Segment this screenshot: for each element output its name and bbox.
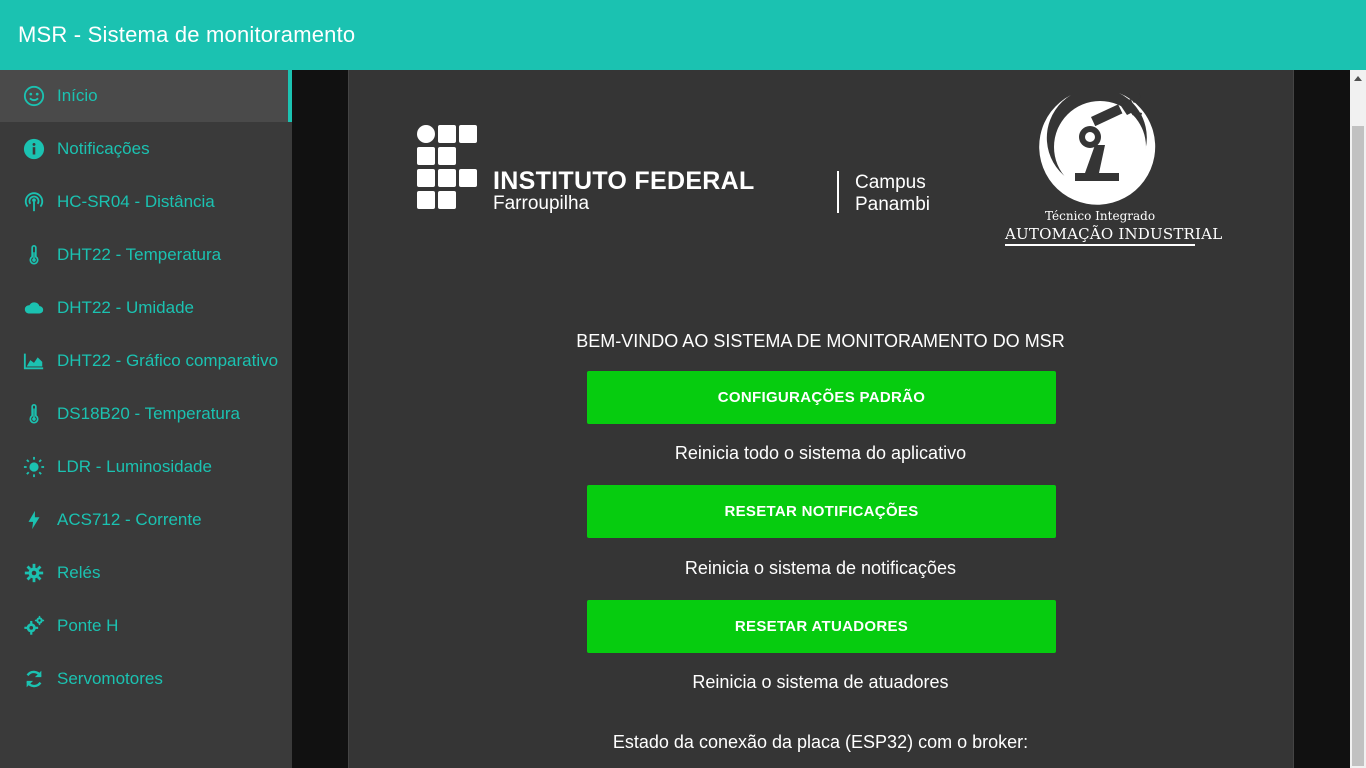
app-header: MSR - Sistema de monitoramento: [0, 0, 1366, 70]
sidebar-item-label: ACS712 - Corrente: [57, 510, 202, 529]
sidebar-item-ponte-h[interactable]: Ponte H: [0, 600, 288, 652]
automacao-industrial-logo: Técnico Integrado AUTOMAÇÃO INDUSTRIAL: [1005, 85, 1222, 255]
page-scrollbar[interactable]: [1350, 70, 1366, 768]
sidebar-item-label: HC-SR04 - Distância: [57, 192, 215, 211]
sidebar-item-label: DHT22 - Temperatura: [57, 245, 222, 264]
gears-icon: [21, 613, 47, 639]
sidebar-item-dht22-umidade[interactable]: DHT22 - Umidade: [0, 282, 288, 334]
if-logo-mark: [417, 125, 487, 215]
broadcast-icon: [21, 189, 47, 215]
campus-name: Campus Panambi: [855, 172, 930, 216]
logo-divider: [837, 171, 839, 213]
sun-icon: [21, 454, 47, 480]
sidebar-item-label: Notificações: [57, 139, 150, 158]
campus-line-2: Panambi: [855, 194, 930, 215]
sidebar-item-label: DHT22 - Gráfico comparativo: [57, 351, 279, 370]
refresh-icon: [21, 666, 47, 692]
reset-notifications-description: Reinicia o sistema de notificações: [684, 558, 957, 578]
sidebar-item-label: DHT22 - Umidade: [57, 298, 194, 317]
institute-name: INSTITUTO FEDERAL: [493, 167, 755, 195]
instituto-federal-logo: INSTITUTO FEDERAL Farroupilha Campus Pan…: [417, 125, 930, 220]
campus-line-1: Campus: [855, 172, 926, 193]
content-panel: INSTITUTO FEDERAL Farroupilha Campus Pan…: [348, 70, 1294, 768]
sidebar-item-inicio[interactable]: Início: [0, 70, 288, 122]
welcome-message: BEM-VINDO AO SISTEMA DE MONITORAMENTO DO…: [576, 331, 1065, 351]
app-title: MSR - Sistema de monitoramento: [18, 22, 356, 47]
sidebar-item-reles[interactable]: Relés: [0, 547, 288, 599]
sidebar-item-ds18b20[interactable]: DS18B20 - Temperatura: [0, 388, 288, 440]
sidebar-item-dht22-temperatura[interactable]: DHT22 - Temperatura: [0, 229, 288, 281]
reset-notifications-button[interactable]: RESETAR NOTIFICAÇÕES: [587, 485, 1056, 538]
connection-status-label: Estado da conexão da placa (ESP32) com o…: [612, 732, 1029, 752]
sidebar: Início Notificações HC-SR04 - Distância …: [0, 70, 292, 768]
gear-icon: [21, 560, 47, 586]
sidebar-item-label: DS18B20 - Temperatura: [57, 404, 241, 423]
reset-actuators-description: Reinicia o sistema de atuadores: [692, 672, 949, 692]
reset-actuators-button[interactable]: RESETAR ATUADORES: [587, 600, 1056, 653]
info-icon: [21, 136, 47, 162]
sidebar-item-notificacoes[interactable]: Notificações: [0, 123, 288, 175]
sidebar-item-label: Início: [57, 86, 98, 105]
sidebar-item-servomotores[interactable]: Servomotores: [0, 653, 288, 705]
thermometer-icon: [21, 401, 47, 427]
smile-icon: [21, 83, 47, 109]
cloud-icon: [21, 295, 47, 321]
course-title: AUTOMAÇÃO INDUSTRIAL: [1005, 225, 1222, 246]
robot-arm-emblem: [1039, 93, 1156, 205]
sidebar-item-label: LDR - Luminosidade: [57, 457, 212, 476]
area-chart-icon: [21, 348, 47, 374]
default-settings-description: Reinicia todo o sistema do aplicativo: [674, 443, 967, 463]
thermometer-icon: [21, 242, 47, 268]
sidebar-item-ldr[interactable]: LDR - Luminosidade: [0, 441, 288, 493]
sidebar-item-dht22-grafico[interactable]: DHT22 - Gráfico comparativo: [0, 335, 288, 387]
institute-sub: Farroupilha: [493, 193, 590, 214]
scroll-up-arrow[interactable]: [1354, 76, 1362, 81]
sidebar-item-label: Servomotores: [57, 669, 163, 688]
course-subtitle: Técnico Integrado: [1044, 209, 1156, 223]
scrollbar-thumb[interactable]: [1352, 126, 1364, 766]
bolt-icon: [21, 507, 47, 533]
main-content: INSTITUTO FEDERAL Farroupilha Campus Pan…: [292, 70, 1350, 768]
sidebar-item-label: Ponte H: [57, 616, 119, 635]
sidebar-item-hc-sr04[interactable]: HC-SR04 - Distância: [0, 176, 288, 228]
default-settings-button[interactable]: CONFIGURAÇÕES PADRÃO: [587, 371, 1056, 424]
sidebar-item-label: Relés: [57, 563, 101, 582]
sidebar-item-acs712[interactable]: ACS712 - Corrente: [0, 494, 288, 546]
